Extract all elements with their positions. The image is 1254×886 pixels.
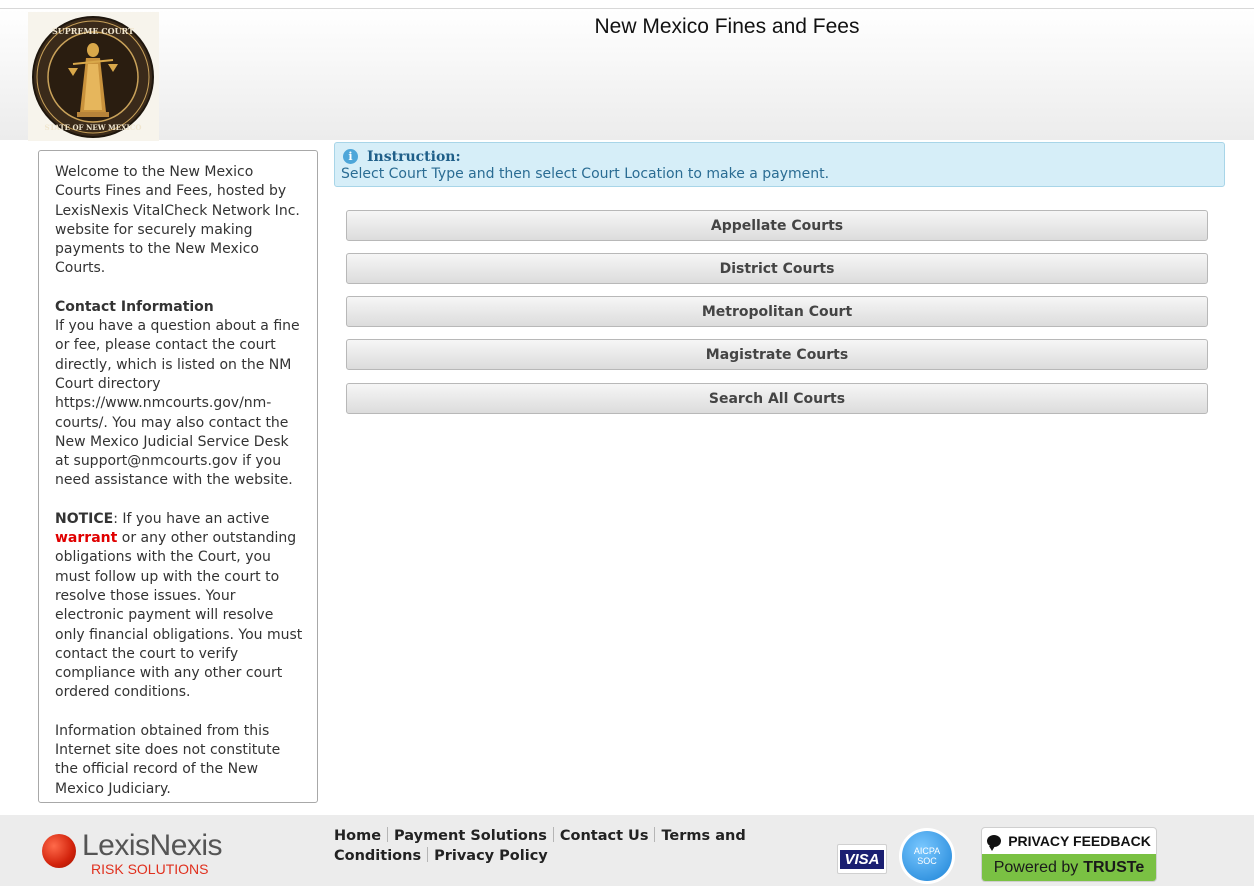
visa-text: VISA	[840, 849, 884, 869]
page-title: New Mexico Fines and Fees	[594, 15, 860, 38]
footer: LexisNexis RISK SOLUTIONS Home Payment So…	[0, 815, 1254, 886]
instruction-text: Select Court Type and then select Court …	[341, 166, 830, 182]
lexisnexis-ball-icon	[42, 834, 76, 868]
link-separator	[654, 827, 656, 842]
link-separator	[552, 827, 554, 842]
link-separator	[387, 827, 389, 842]
header: SUPREME COURT STATE OF NEW MEXICO New Me…	[0, 9, 1254, 141]
lexisnexis-logo[interactable]: LexisNexis RISK SOLUTIONS	[42, 827, 242, 879]
contact-text: If you have a question about a fine or f…	[55, 318, 300, 489]
notice-label: NOTICE	[55, 510, 114, 527]
visa-logo: VISA	[837, 844, 887, 874]
info-icon: i	[343, 149, 358, 164]
info-sidebar: Welcome to the New Mexico Courts Fines a…	[38, 150, 318, 803]
footer-link-payment-solutions[interactable]: Payment Solutions	[394, 828, 547, 844]
footer-links: Home Payment Solutions Contact Us Terms and…	[334, 826, 774, 866]
notice-pre: : If you have an active	[113, 510, 270, 527]
notice-post: or any other outstanding obligations wit…	[55, 530, 303, 701]
lexisnexis-subtitle: RISK SOLUTIONS	[91, 861, 209, 877]
instruction-box: i Instruction: Select Court Type and the…	[334, 142, 1225, 187]
lexisnexis-name: LexisNexis	[82, 829, 223, 862]
footer-link-contact-us[interactable]: Contact Us	[560, 828, 649, 844]
soc-text: SOC	[917, 856, 937, 866]
instruction-label: Instruction:	[367, 148, 461, 165]
powered-by-text: Powered by	[993, 859, 1079, 876]
truste-text: TRUSTe	[1083, 859, 1145, 876]
appellate-courts-button[interactable]: Appellate Courts	[346, 210, 1208, 241]
speech-bubble-icon	[987, 835, 1002, 851]
magistrate-courts-button[interactable]: Magistrate Courts	[346, 339, 1208, 370]
district-courts-button[interactable]: District Courts	[346, 253, 1208, 284]
aicpa-text: AICPA	[913, 846, 941, 856]
aicpa-soc-badge[interactable]: AICPA SOC	[899, 828, 955, 884]
privacy-feedback-text: PRIVACY FEEDBACK	[1008, 833, 1151, 849]
seal-text-bottom: STATE OF NEW MEXICO	[45, 123, 142, 132]
footer-link-privacy-policy[interactable]: Privacy Policy	[434, 848, 548, 864]
metropolitan-court-button[interactable]: Metropolitan Court	[346, 296, 1208, 327]
disclaimer-text: Information obtained from this Internet …	[55, 722, 281, 797]
link-separator	[427, 847, 429, 862]
welcome-text: Welcome to the New Mexico Courts Fines a…	[55, 164, 300, 277]
footer-link-home[interactable]: Home	[334, 828, 381, 844]
notice-paragraph: NOTICE: If you have an active warrant or…	[55, 510, 303, 703]
search-all-courts-button[interactable]: Search All Courts	[346, 383, 1208, 414]
warrant-text: warrant	[55, 530, 118, 547]
contact-heading: Contact Information	[55, 298, 214, 315]
truste-privacy-feedback-badge[interactable]: PRIVACY FEEDBACK Powered by TRUSTe	[981, 827, 1157, 882]
